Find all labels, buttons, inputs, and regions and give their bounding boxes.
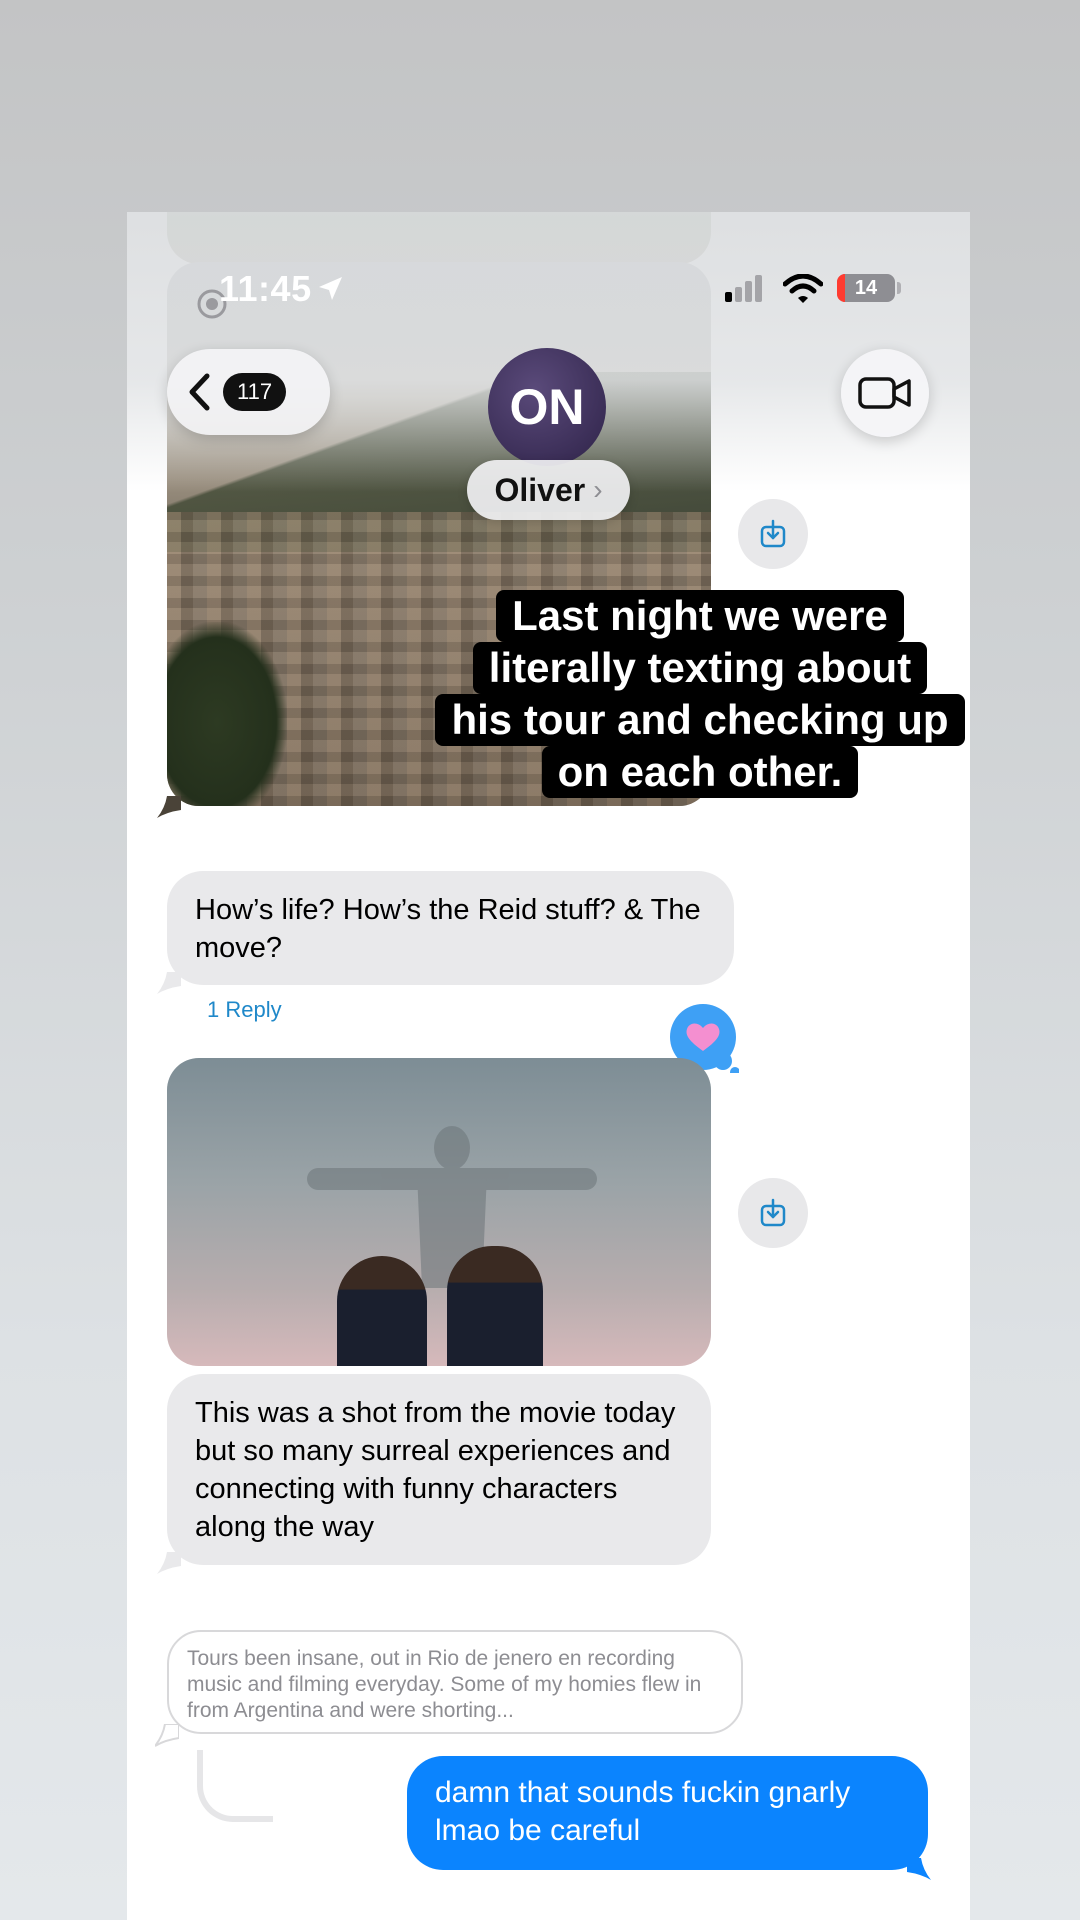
bubble-tail-icon xyxy=(157,972,181,994)
cellular-signal-icon xyxy=(725,275,762,302)
message-text: This was a shot from the movie today but… xyxy=(195,1397,676,1543)
contact-avatar[interactable]: ON xyxy=(488,348,606,466)
person-figure xyxy=(447,1246,543,1366)
back-button[interactable]: 117 xyxy=(167,349,330,435)
save-photo-button[interactable] xyxy=(738,1178,808,1248)
video-camera-icon xyxy=(858,377,911,409)
photo-attachment-christ-redeemer[interactable] xyxy=(167,1058,711,1366)
caption-line: literally texting about xyxy=(472,642,928,694)
facetime-video-button[interactable] xyxy=(841,349,929,437)
tree-scene xyxy=(167,622,287,806)
battery-nub xyxy=(897,282,901,294)
conversation-screen: How’s life? How’s the Reid stuff? & The … xyxy=(127,212,970,1920)
wifi-icon xyxy=(783,274,823,303)
unread-count-badge: 117 xyxy=(223,373,287,411)
bubble-tail-icon xyxy=(157,796,181,818)
bubble-tail-icon xyxy=(907,1858,931,1880)
caption-line: on each other. xyxy=(541,746,859,798)
battery-indicator: 14 xyxy=(837,274,895,302)
story-caption: Last night we were literally texting abo… xyxy=(330,590,1070,798)
status-time: 11:45 xyxy=(219,268,312,309)
thread-reply-link[interactable]: 1 Reply xyxy=(207,997,282,1023)
download-icon xyxy=(760,519,786,548)
chevron-right-icon: › xyxy=(593,474,603,505)
bubble-tail-icon xyxy=(155,1724,179,1747)
person-figure xyxy=(337,1256,427,1366)
message-text: How’s life? How’s the Reid stuff? & The … xyxy=(195,894,701,964)
quoted-text: Tours been insane, out in Rio de jenero … xyxy=(187,1647,702,1722)
bubble-tail-icon xyxy=(157,1552,181,1574)
battery-level-fill xyxy=(837,274,846,302)
statue-silhouette xyxy=(307,1126,597,1288)
caption-line: his tour and checking up xyxy=(435,694,965,746)
outgoing-message-bubble[interactable]: damn that sounds fuckin gnarly lmao be c… xyxy=(407,1756,928,1870)
quoted-reply-bubble[interactable]: Tours been insane, out in Rio de jenero … xyxy=(167,1630,743,1734)
message-text: damn that sounds fuckin gnarly lmao be c… xyxy=(435,1776,851,1847)
location-arrow-icon xyxy=(319,277,342,300)
download-icon xyxy=(760,1198,786,1227)
chevron-left-icon xyxy=(189,373,210,411)
contact-name: Oliver xyxy=(494,471,586,508)
battery-level-text: 14 xyxy=(854,276,878,299)
previous-photo-attachment[interactable] xyxy=(167,212,711,264)
incoming-message-bubble[interactable]: How’s life? How’s the Reid stuff? & The … xyxy=(167,871,734,985)
save-photo-button[interactable] xyxy=(738,499,808,569)
caption-line: Last night we were xyxy=(496,590,904,642)
thread-connector-line xyxy=(197,1750,273,1822)
incoming-message-bubble[interactable]: This was a shot from the movie today but… xyxy=(167,1374,711,1565)
contact-name-button[interactable]: Oliver › xyxy=(467,460,630,520)
avatar-initials: ON xyxy=(509,379,585,435)
